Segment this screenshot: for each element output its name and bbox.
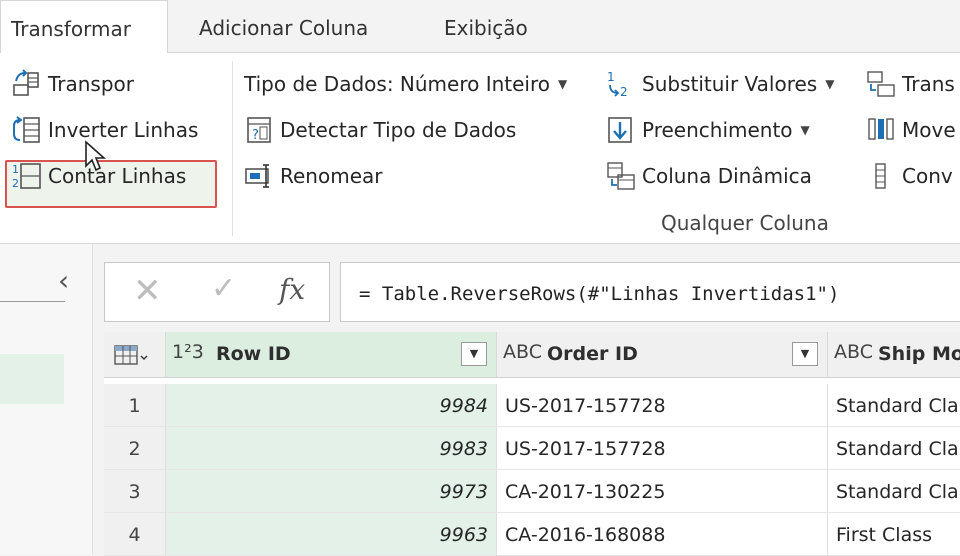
cell-ship-mode[interactable]: First Class <box>828 513 960 556</box>
ribbon: Transpor Inverter Linhas 1 2 Contar Linh… <box>0 53 960 244</box>
group-label-any-column: Qualquer Coluna <box>661 211 829 235</box>
fill-down-icon <box>606 115 636 145</box>
whole-number-type-icon[interactable]: 1²3 <box>172 341 204 363</box>
cell-row-id[interactable]: 9983 <box>166 427 497 470</box>
replace-values-button[interactable]: 1 2 Substituir Valores ▼ <box>606 67 834 101</box>
selected-query-item[interactable] <box>0 354 64 404</box>
cell-order-id[interactable]: CA-2016-168088 <box>497 513 828 556</box>
column-header-order-id[interactable]: ABC Order ID ▼ <box>497 332 828 378</box>
pivot-column-label: Coluna Dinâmica <box>642 164 812 188</box>
text-type-icon[interactable]: ABC <box>834 341 873 363</box>
data-type-label: Tipo de Dados: Número Inteiro <box>244 72 551 96</box>
chevron-down-icon: ▼ <box>800 123 810 137</box>
column-header-label: Row ID <box>216 343 291 365</box>
tab-transformar[interactable]: Transformar <box>0 0 168 54</box>
replace-values-label: Substituir Valores <box>642 72 818 96</box>
cell-row-id[interactable]: 9973 <box>166 470 497 513</box>
rename-label: Renomear <box>280 164 383 188</box>
table-icon <box>114 344 150 371</box>
table-row[interactable]: 2 9983 US-2017-157728 Standard Cla <box>104 427 960 470</box>
confirm-formula-icon[interactable]: ✓ <box>211 271 236 306</box>
tab-transformar-label: Transformar <box>11 17 131 41</box>
svg-text:2: 2 <box>12 177 19 190</box>
pivot-column-button[interactable]: Coluna Dinâmica <box>606 159 812 193</box>
transpose-icon <box>12 69 42 99</box>
reverse-rows-icon <box>12 115 42 145</box>
text-type-icon[interactable]: ABC <box>503 341 542 363</box>
queries-pane-divider <box>0 301 65 302</box>
count-rows-icon: 1 2 <box>12 161 42 191</box>
row-index: 2 <box>104 427 166 470</box>
detect-data-type-button[interactable]: ? Detectar Tipo de Dados <box>244 113 516 147</box>
table-row[interactable]: 1 9984 US-2017-157728 Standard Cla <box>104 384 960 427</box>
data-type-dropdown[interactable]: Tipo de Dados: Número Inteiro ▼ <box>244 67 567 101</box>
column-header-label: Ship Mo <box>878 343 960 365</box>
rename-button[interactable]: Renomear <box>244 159 382 193</box>
chevron-down-icon: ▼ <box>825 77 835 91</box>
table-row[interactable]: 4 9963 CA-2016-168088 First Class <box>104 513 960 556</box>
count-rows-label: Contar Linhas <box>48 164 187 188</box>
fill-button[interactable]: Preenchimento ▼ <box>606 113 810 147</box>
column-header-ship-mode[interactable]: ABC Ship Mo <box>828 332 960 378</box>
cancel-formula-icon[interactable]: ✕ <box>133 271 162 311</box>
svg-text:1: 1 <box>12 163 19 176</box>
svg-text:1: 1 <box>607 70 615 84</box>
mouse-cursor-icon <box>84 140 110 178</box>
svg-text:?: ? <box>252 128 259 143</box>
tab-exibicao[interactable]: Exibição <box>444 0 528 52</box>
formula-input[interactable]: = Table.ReverseRows(#"Linhas Invertidas1… <box>340 262 960 322</box>
convert-button[interactable]: Conv <box>866 159 953 193</box>
transform-label: Trans <box>902 72 955 96</box>
reverse-rows-label: Inverter Linhas <box>48 118 199 142</box>
chevron-down-icon: ▼ <box>558 77 568 91</box>
cell-order-id[interactable]: CA-2017-130225 <box>497 470 828 513</box>
cell-order-id[interactable]: US-2017-157728 <box>497 384 828 427</box>
ribbon-separator <box>232 61 233 236</box>
pivot-column-icon <box>606 161 636 191</box>
row-index: 1 <box>104 384 166 427</box>
fx-icon[interactable]: fx <box>279 273 305 306</box>
detect-data-type-label: Detectar Tipo de Dados <box>280 118 517 142</box>
row-index: 4 <box>104 513 166 556</box>
transform-button[interactable]: Trans <box>866 67 955 101</box>
collapse-pane-icon[interactable]: ‹ <box>58 264 69 297</box>
filter-dropdown-icon[interactable]: ▼ <box>792 342 818 366</box>
data-grid: 1²3 Row ID ▼ ABC Order ID ▼ ABC Ship Mo … <box>104 332 960 556</box>
formula-bar-buttons: ✕ ✓ fx <box>104 262 330 322</box>
transpose-button[interactable]: Transpor <box>12 67 134 101</box>
column-header-row-id[interactable]: 1²3 Row ID ▼ <box>166 332 497 378</box>
cell-order-id[interactable]: US-2017-157728 <box>497 427 828 470</box>
tab-adicionar-coluna-label: Adicionar Coluna <box>199 16 369 40</box>
table-row[interactable]: 3 9973 CA-2017-130225 Standard Cla <box>104 470 960 513</box>
column-header-label: Order ID <box>547 343 638 365</box>
table-menu-button[interactable] <box>104 332 166 378</box>
move-icon <box>866 115 896 145</box>
convert-label: Conv <box>902 164 953 188</box>
cell-row-id[interactable]: 9984 <box>166 384 497 427</box>
tab-exibicao-label: Exibição <box>444 16 528 40</box>
convert-icon <box>866 161 896 191</box>
fill-label: Preenchimento <box>642 118 793 142</box>
filter-dropdown-icon[interactable]: ▼ <box>461 342 487 366</box>
ribbon-tab-strip: Transformar Adicionar Coluna Exibição <box>0 0 960 54</box>
cell-ship-mode[interactable]: Standard Cla <box>828 470 960 513</box>
transpose-label: Transpor <box>48 72 135 96</box>
rename-icon <box>244 161 274 191</box>
move-label: Move <box>902 118 956 142</box>
replace-values-icon: 1 2 <box>606 69 636 99</box>
detect-data-type-icon: ? <box>244 115 274 145</box>
svg-text:2: 2 <box>620 85 628 99</box>
cell-ship-mode[interactable]: Standard Cla <box>828 384 960 427</box>
cell-row-id[interactable]: 9963 <box>166 513 497 556</box>
tab-adicionar-coluna[interactable]: Adicionar Coluna <box>199 0 368 52</box>
transform-icon <box>866 69 896 99</box>
move-button[interactable]: Move <box>866 113 956 147</box>
row-index: 3 <box>104 470 166 513</box>
cell-ship-mode[interactable]: Standard Cla <box>828 427 960 470</box>
